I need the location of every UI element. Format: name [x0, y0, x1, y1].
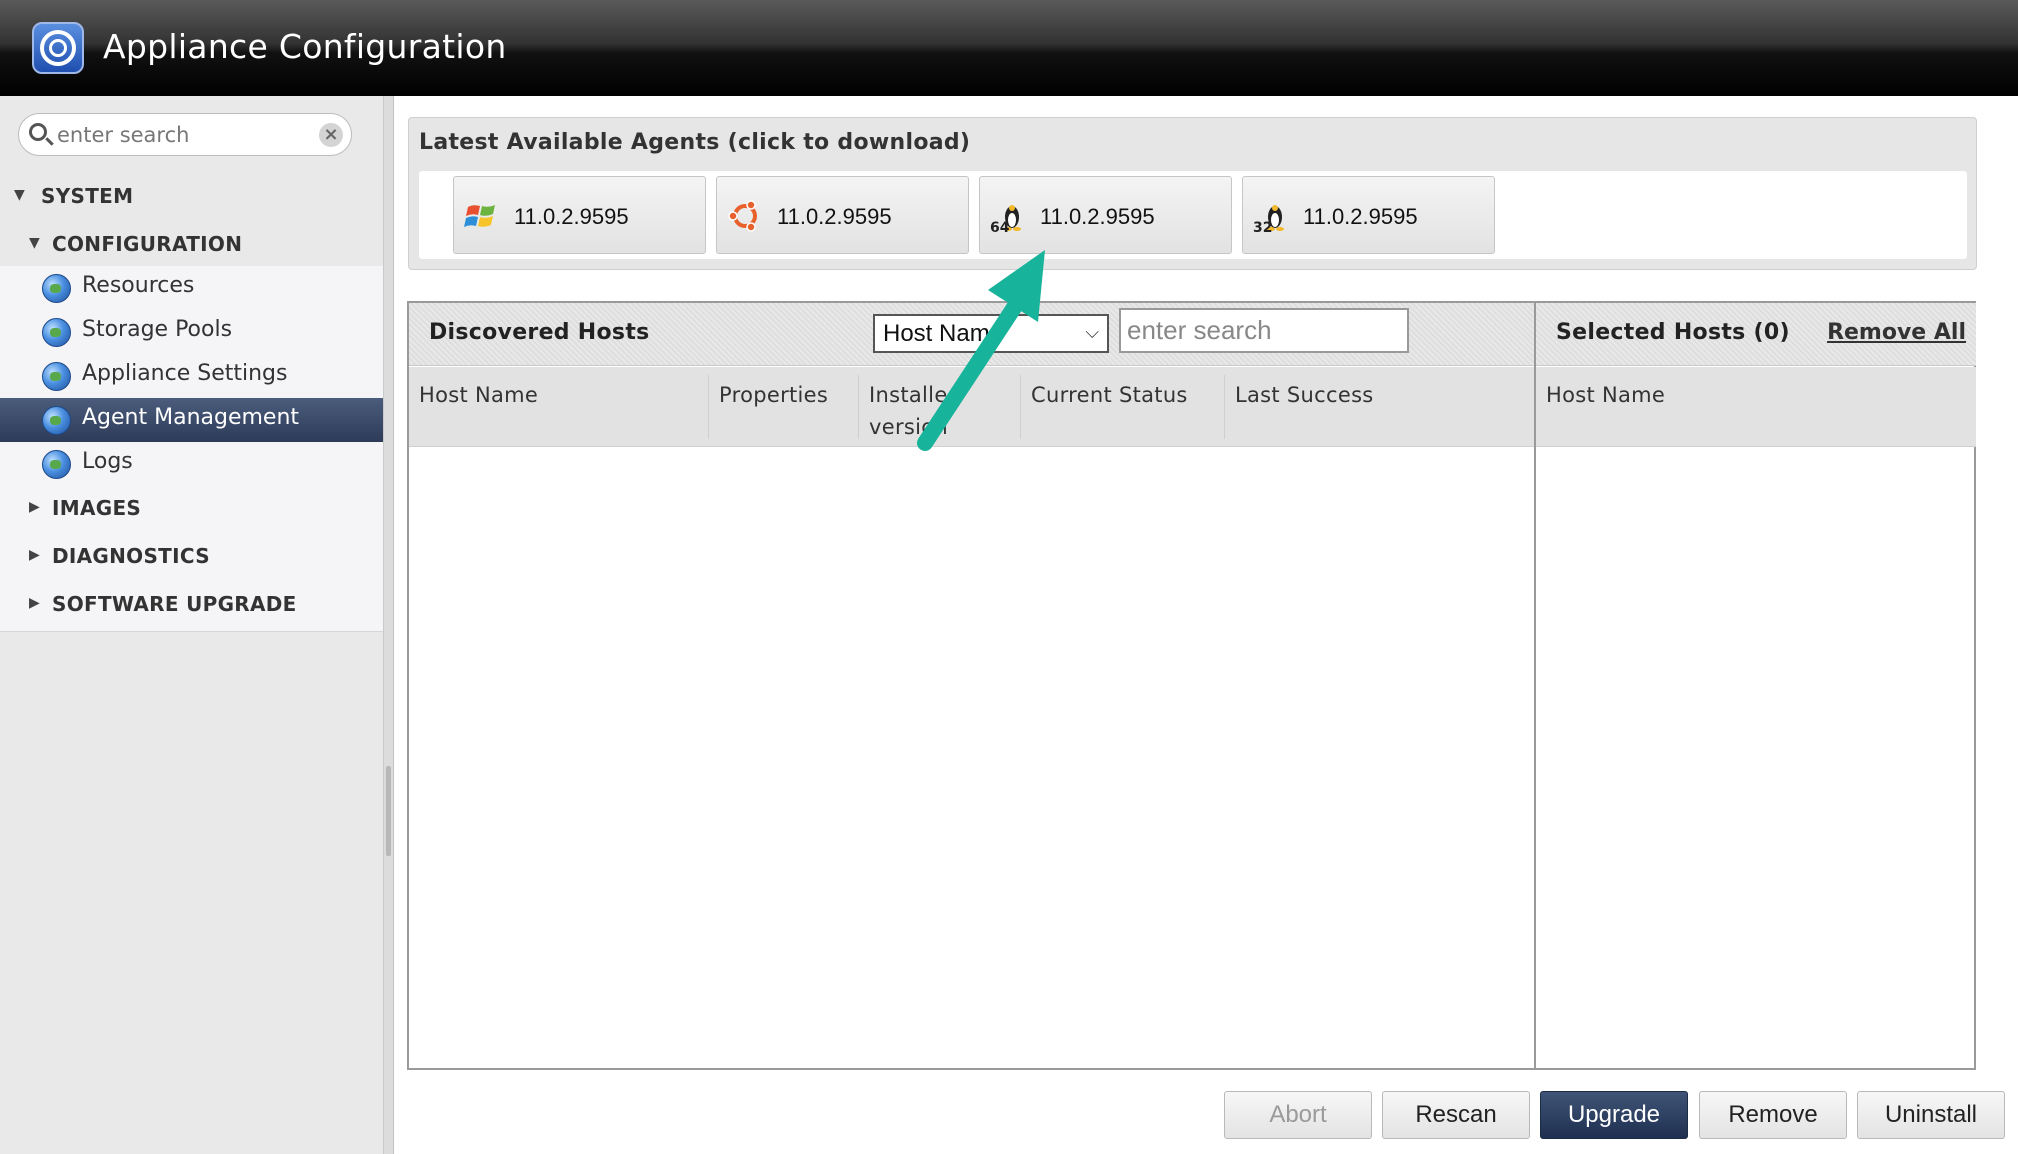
annotation-arrow-icon: [917, 250, 1045, 451]
